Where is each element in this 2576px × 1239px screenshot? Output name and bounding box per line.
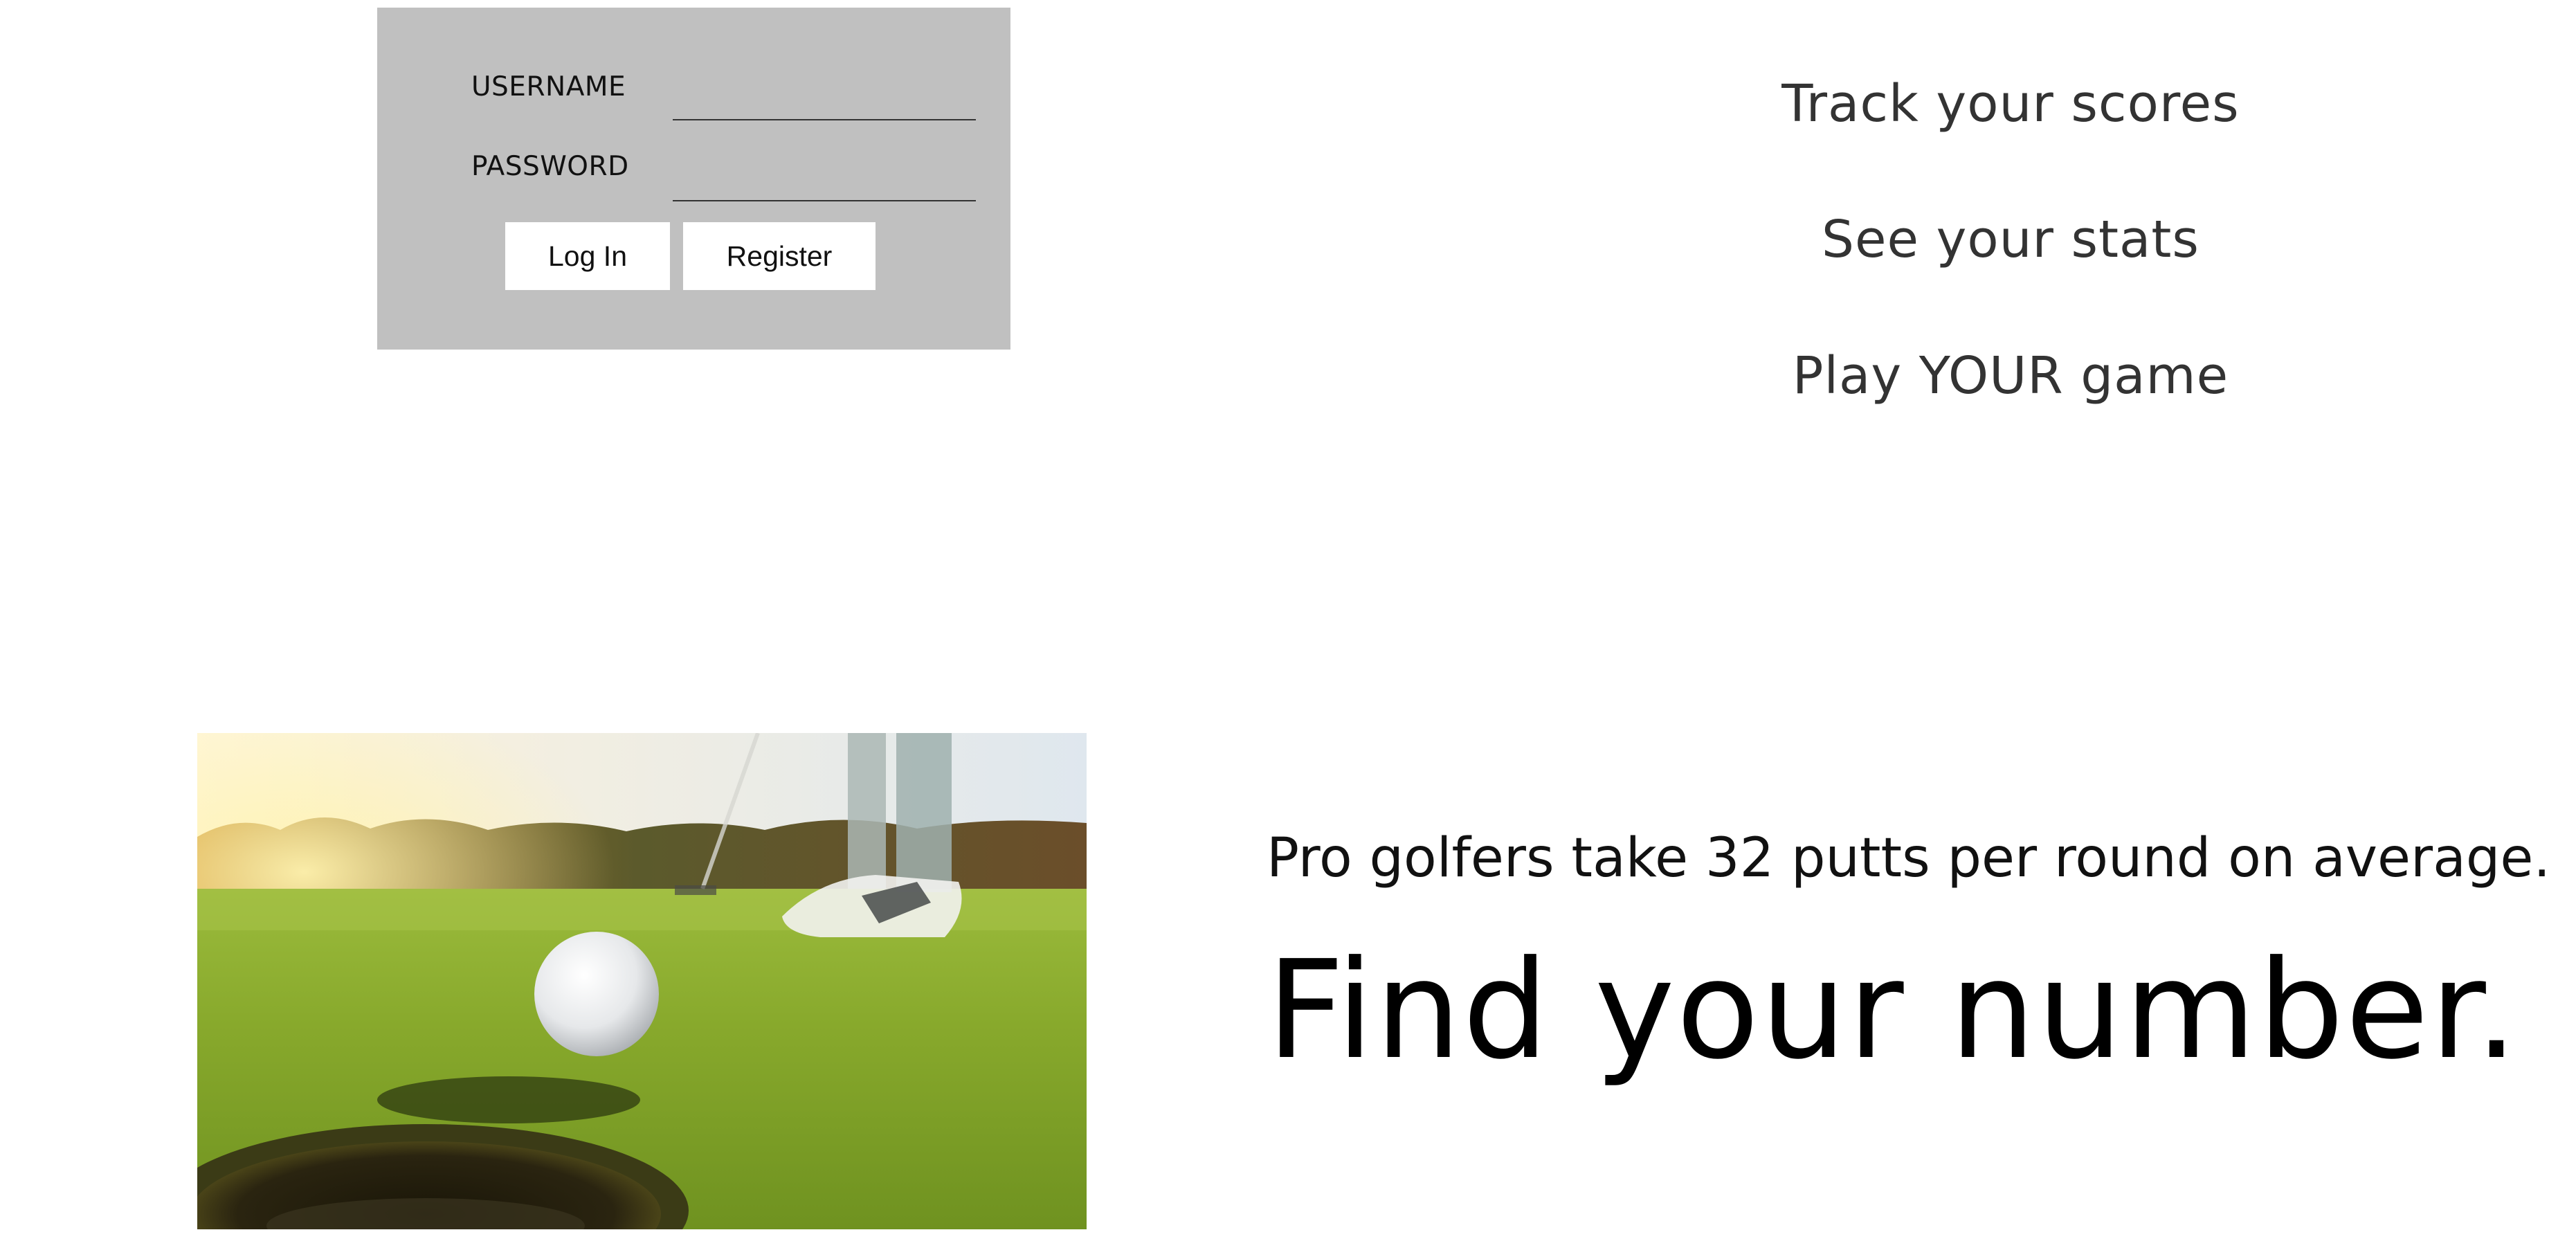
tagline-track-scores: Track your scores: [1781, 74, 2240, 134]
login-panel: USERNAME PASSWORD Log In Register: [377, 8, 1010, 350]
login-button[interactable]: Log In: [505, 222, 670, 290]
golf-ball-near-hole-photo: [197, 733, 1087, 1229]
register-button[interactable]: Register: [683, 222, 876, 290]
username-label: USERNAME: [471, 71, 626, 102]
password-input[interactable]: [673, 159, 976, 201]
username-input[interactable]: [673, 78, 976, 120]
password-label: PASSWORD: [471, 151, 629, 182]
putts-fact-text: Pro golfers take 32 putts per round on a…: [1267, 827, 2551, 889]
find-your-number-heading: Find your number.: [1267, 932, 2520, 1089]
tagline-play-game: Play YOUR game: [1792, 346, 2229, 406]
tagline-see-stats: See your stats: [1822, 210, 2199, 269]
